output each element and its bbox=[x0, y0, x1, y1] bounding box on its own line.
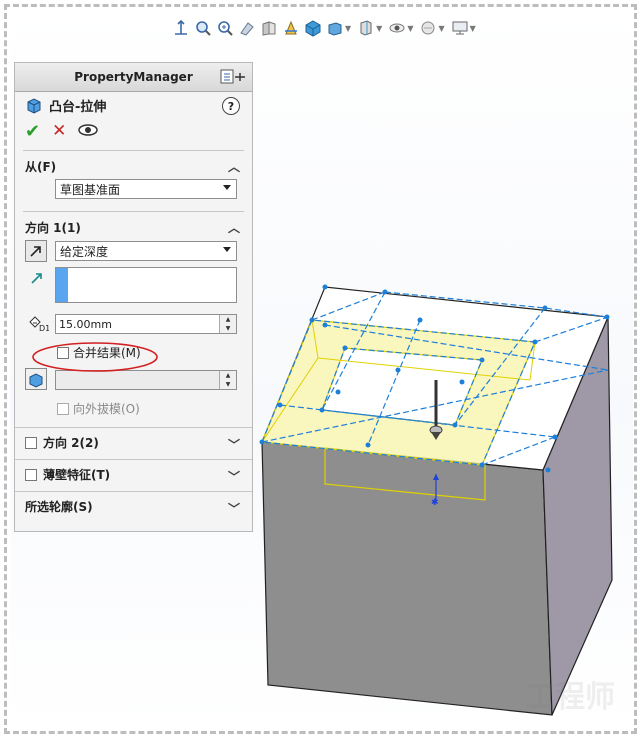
direction-vector-icon bbox=[31, 273, 42, 284]
divider bbox=[23, 211, 244, 212]
svg-text:✱: ✱ bbox=[431, 498, 439, 508]
chevron-down-icon[interactable]: ﹀ bbox=[228, 468, 240, 485]
preview-eye-icon[interactable] bbox=[78, 123, 99, 140]
start-condition-value: 草图基准面 bbox=[60, 182, 121, 197]
divider bbox=[23, 150, 244, 151]
ok-button[interactable]: ✔ bbox=[25, 121, 40, 142]
watermark-text: 工程师 bbox=[525, 680, 615, 715]
property-manager-header: PropertyManager bbox=[15, 63, 252, 92]
direction2-label: 方向 2(2) bbox=[43, 436, 99, 450]
chevron-down-icon bbox=[223, 247, 231, 252]
reverse-direction-icon bbox=[30, 246, 41, 257]
cancel-button[interactable]: ✕ bbox=[52, 121, 66, 141]
depth-input[interactable]: 15.00mm ▲ ▼ bbox=[55, 314, 237, 334]
box-front-face bbox=[261, 441, 553, 716]
selection-active-indicator bbox=[56, 268, 68, 302]
draft-outward-label: 向外拔模(O) bbox=[73, 402, 140, 416]
thin-feature-group-header[interactable]: 薄壁特征(T) ﹀ bbox=[15, 459, 252, 489]
draft-angle-stepper[interactable]: ▲ ▼ bbox=[219, 371, 236, 389]
depth-dimension-icon: D1 bbox=[29, 316, 49, 332]
reverse-direction-button[interactable] bbox=[25, 240, 47, 262]
direction2-checkbox[interactable] bbox=[25, 436, 37, 449]
selected-contours-label: 所选轮廓(S) bbox=[25, 500, 93, 514]
draft-outward-checkbox[interactable]: 向外拔模(O) bbox=[57, 400, 140, 417]
chevron-down-icon[interactable]: ﹀ bbox=[228, 436, 240, 453]
svg-text:D1: D1 bbox=[39, 324, 49, 332]
end-condition-value: 给定深度 bbox=[60, 244, 109, 259]
from-group-label: 从(F) bbox=[25, 159, 57, 174]
chevron-down-icon[interactable]: ﹀ bbox=[228, 500, 240, 517]
chevron-down-icon bbox=[223, 185, 231, 190]
help-icon[interactable]: ? bbox=[222, 97, 240, 115]
chevron-up-icon[interactable]: ︿ bbox=[228, 158, 240, 175]
direction2-group-header[interactable]: 方向 2(2) ﹀ bbox=[15, 427, 252, 457]
direction1-group-body: 给定深度 D1 15.00mm ▲ ▼ 合并结果(M) ▲ ▼ 向外拔模(O) bbox=[15, 238, 252, 428]
depth-stepper[interactable]: ▲ ▼ bbox=[219, 315, 236, 333]
depth-value: 15.00mm bbox=[59, 317, 112, 331]
start-condition-select[interactable]: 草图基准面 bbox=[55, 179, 237, 199]
property-manager-panel: PropertyManager 凸台-拉伸 ? ✔ ✕ 从(F) ︿ 草图基准面 bbox=[14, 62, 253, 532]
from-group-body: 草图基准面 bbox=[15, 177, 252, 205]
pin-icon[interactable] bbox=[220, 69, 246, 85]
selected-contours-group-header[interactable]: 所选轮廓(S) ﹀ bbox=[15, 491, 252, 521]
end-condition-select[interactable]: 给定深度 bbox=[55, 241, 237, 261]
thin-feature-checkbox[interactable] bbox=[25, 468, 37, 481]
direction1-group-header[interactable]: 方向 1(1) ︿ bbox=[15, 216, 252, 238]
property-manager-title: PropertyManager bbox=[74, 70, 193, 84]
feature-title: 凸台-拉伸 bbox=[49, 99, 107, 115]
direction1-group-label: 方向 1(1) bbox=[25, 220, 81, 235]
annotation-circle bbox=[32, 342, 158, 372]
direction-reference-box[interactable] bbox=[55, 267, 237, 303]
boss-extrude-icon bbox=[27, 98, 41, 114]
chevron-up-icon[interactable]: ︿ bbox=[228, 219, 240, 236]
action-row: ✔ ✕ bbox=[15, 118, 252, 144]
from-group-header[interactable]: 从(F) ︿ bbox=[15, 155, 252, 177]
thin-feature-label: 薄壁特征(T) bbox=[43, 468, 111, 482]
draft-outward-box[interactable] bbox=[57, 402, 69, 415]
feature-row: 凸台-拉伸 ? bbox=[15, 92, 252, 118]
